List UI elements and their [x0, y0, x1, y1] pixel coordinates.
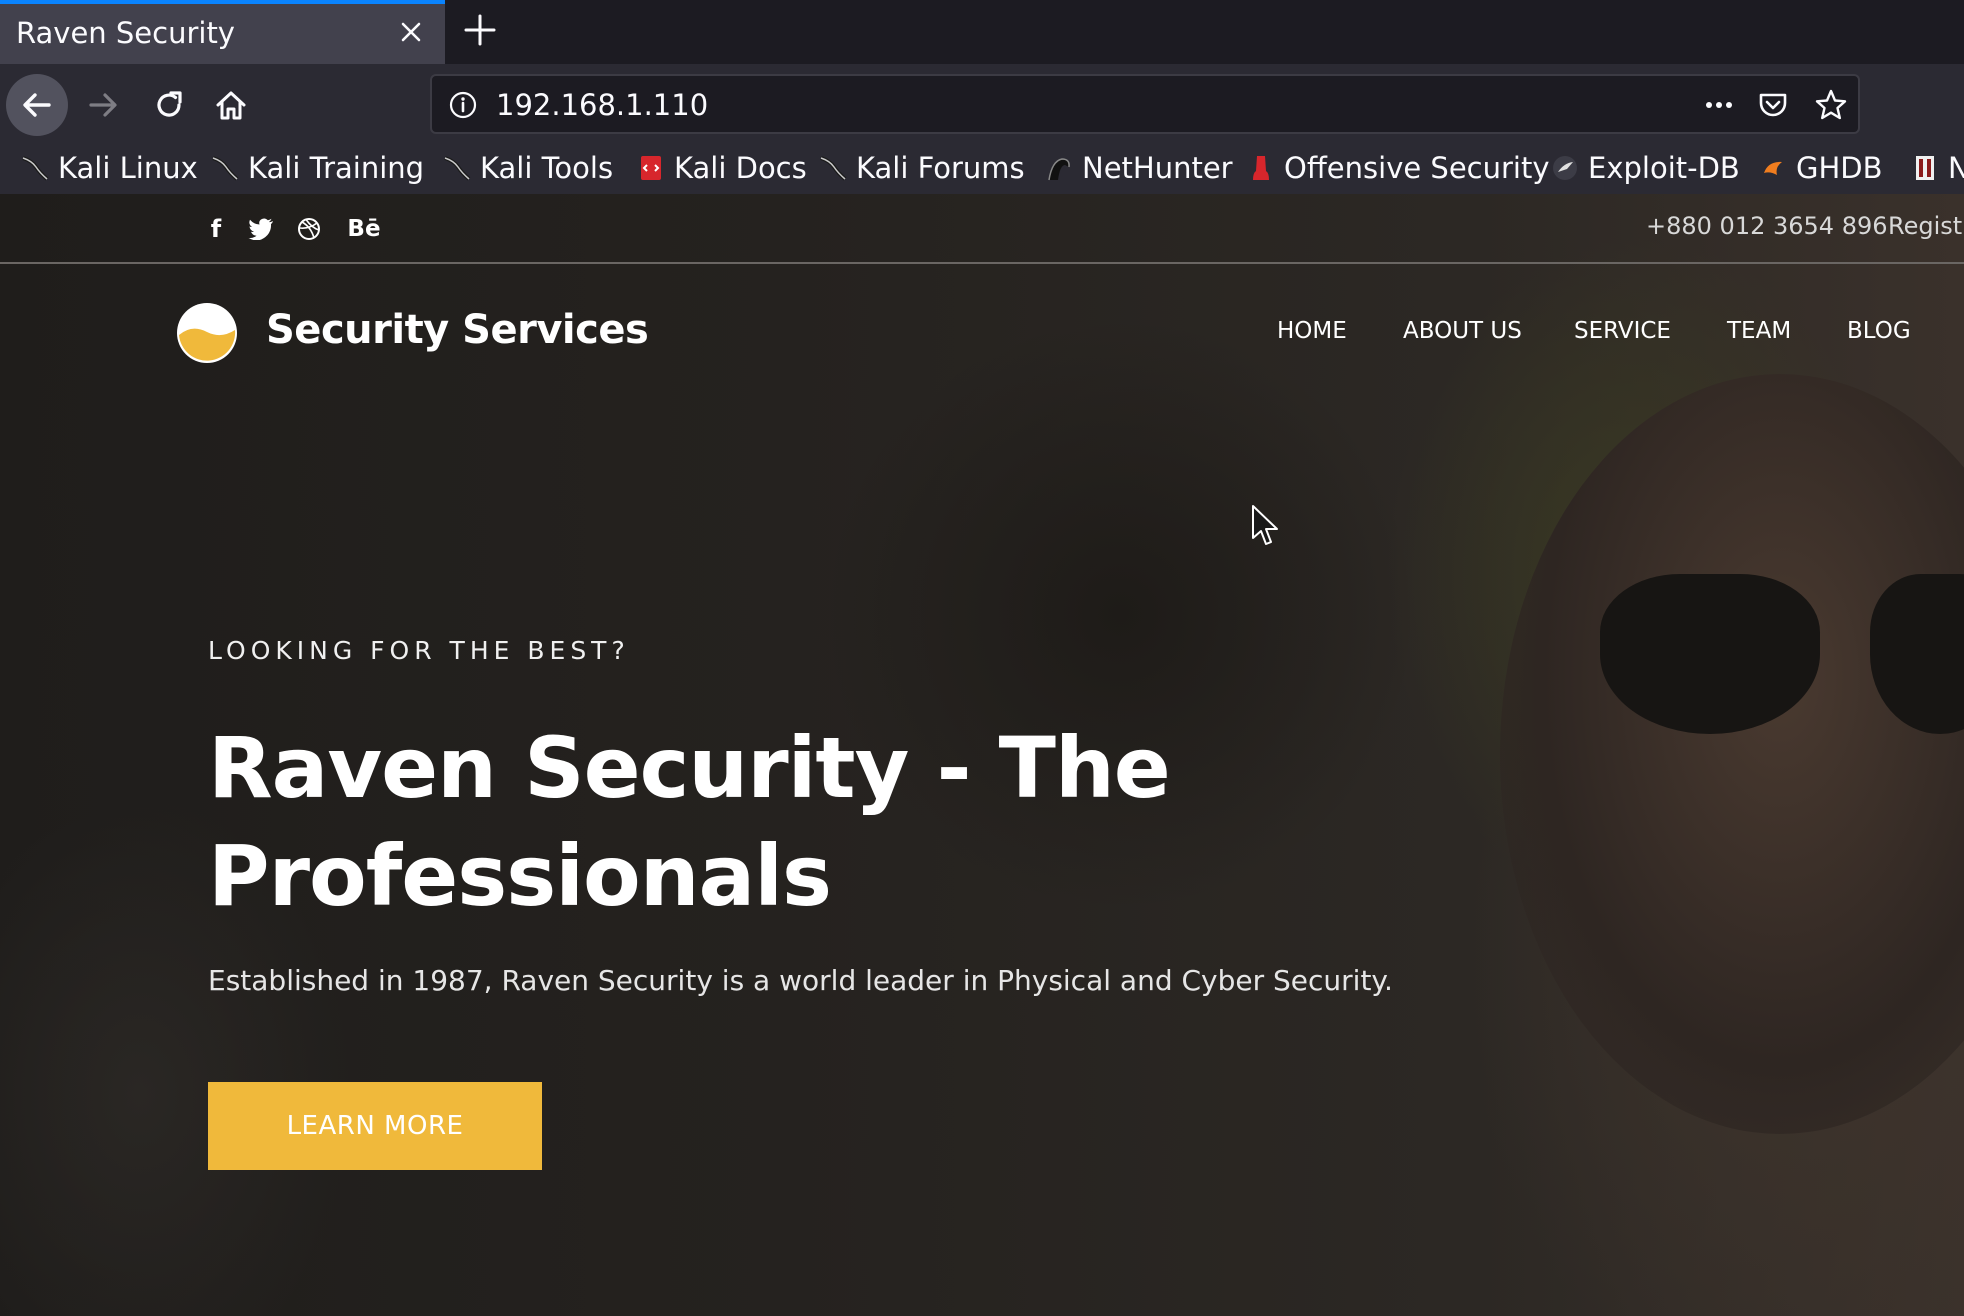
- info-icon[interactable]: [448, 90, 478, 120]
- nav-blog[interactable]: BLOG: [1847, 318, 1911, 344]
- bookmark-label: GHDB: [1796, 151, 1883, 185]
- register-link[interactable]: Regist: [1888, 212, 1962, 240]
- tab-strip: Raven Security: [0, 0, 1964, 64]
- bookmark-label: Exploit-DB: [1588, 151, 1740, 185]
- plus-icon[interactable]: [462, 12, 498, 48]
- bookmark-ghdb[interactable]: GHDB: [1758, 148, 1883, 188]
- top-info-bar: f Bē +880 012 3654 896 Regist: [0, 194, 1964, 264]
- offsec-icon: [1253, 156, 1269, 180]
- bookmark-label: N: [1948, 151, 1964, 185]
- hero-subtext: Established in 1987, Raven Security is a…: [208, 964, 1393, 997]
- learn-more-button[interactable]: LEARN MORE: [208, 1082, 542, 1170]
- nethunter-icon: [1048, 158, 1070, 181]
- bookmark-kali-forums[interactable]: Kali Forums: [818, 148, 1025, 188]
- more-icon[interactable]: [1702, 88, 1736, 122]
- bookmark-offensive-security[interactable]: Offensive Security: [1246, 148, 1550, 188]
- kali-dragon-icon: [444, 156, 471, 181]
- page-viewport: f Bē +880 012 3654 896 Regist Security S…: [0, 194, 1964, 1316]
- kali-dragon-icon: [22, 156, 49, 181]
- bookmark-kali-docs[interactable]: Kali Docs: [636, 148, 807, 188]
- url-text: 192.168.1.110: [496, 88, 709, 122]
- nav-service[interactable]: SERVICE: [1574, 318, 1671, 344]
- mouse-cursor-icon: [1252, 505, 1278, 545]
- reload-button[interactable]: [138, 74, 200, 136]
- ghdb-icon: [1764, 161, 1782, 175]
- bookmark-label: Kali Forums: [856, 151, 1025, 185]
- kali-dragon-icon: [820, 156, 847, 181]
- star-icon[interactable]: [1814, 88, 1848, 122]
- twitter-icon[interactable]: [246, 214, 276, 244]
- reload-icon: [157, 91, 182, 117]
- home-button[interactable]: [200, 74, 262, 136]
- dribbble-icon[interactable]: [294, 214, 324, 244]
- forward-arrow-icon: [89, 93, 117, 117]
- hero-background-photo: [1500, 374, 1964, 1134]
- forward-button[interactable]: [72, 74, 134, 136]
- logo-icon[interactable]: [176, 302, 238, 364]
- kali-docs-icon: [641, 156, 661, 180]
- phone-number: +880 012 3654 896: [1646, 212, 1888, 240]
- bookmark-kali-training[interactable]: Kali Training: [210, 148, 424, 188]
- nav-about-us[interactable]: ABOUT US: [1403, 318, 1522, 344]
- brand-name[interactable]: Security Services: [266, 307, 649, 353]
- bookmark-label: Kali Training: [248, 151, 425, 185]
- bookmark-label: NetHunter: [1082, 151, 1233, 185]
- facebook-icon[interactable]: f: [204, 214, 228, 244]
- browser-tab[interactable]: Raven Security: [0, 0, 445, 64]
- nav-home[interactable]: HOME: [1277, 318, 1347, 344]
- behance-icon[interactable]: Bē: [344, 214, 384, 244]
- bookmark-exploit-db[interactable]: Exploit-DB: [1550, 148, 1740, 188]
- navigation-toolbar: 192.168.1.110: [0, 64, 1964, 144]
- sunglasses-shape: [1600, 574, 1820, 734]
- bookmark-label: Offensive Security: [1284, 151, 1550, 185]
- msfu-icon: [1916, 156, 1934, 180]
- exploitdb-icon: [1553, 156, 1577, 180]
- nav-team[interactable]: TEAM: [1727, 318, 1791, 344]
- bookmark-msfu[interactable]: N: [1910, 148, 1964, 188]
- home-icon: [216, 91, 246, 120]
- bookmarks-toolbar: Kali Linux Kali Training Kali Tools Kali…: [0, 144, 1964, 194]
- bookmark-nethunter[interactable]: NetHunter: [1044, 148, 1233, 188]
- hero-headline: Raven Security - The Professionals: [208, 719, 1171, 925]
- bookmark-kali-tools[interactable]: Kali Tools: [442, 148, 613, 188]
- bookmark-label: Kali Linux: [58, 151, 198, 185]
- kali-dragon-icon: [212, 156, 239, 181]
- tab-title: Raven Security: [16, 16, 235, 50]
- bookmark-kali-linux[interactable]: Kali Linux: [20, 148, 198, 188]
- close-icon[interactable]: [395, 16, 427, 48]
- bookmark-label: Kali Docs: [674, 151, 807, 185]
- bookmark-label: Kali Tools: [480, 151, 614, 185]
- back-arrow-icon: [23, 93, 51, 117]
- pocket-icon[interactable]: [1756, 88, 1790, 122]
- url-bar[interactable]: 192.168.1.110: [430, 74, 1860, 134]
- hero-eyebrow: LOOKING FOR THE BEST?: [208, 636, 630, 665]
- back-button[interactable]: [6, 74, 68, 136]
